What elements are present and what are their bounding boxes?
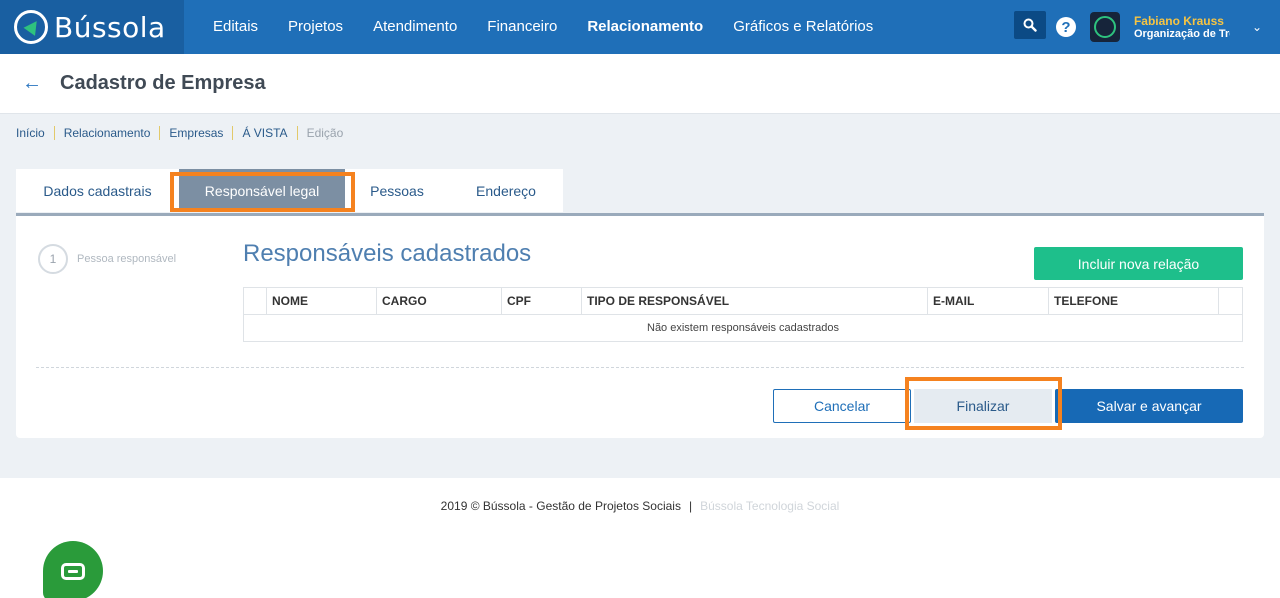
add-relation-button[interactable]: Incluir nova relação [1034,247,1243,280]
breadcrumb-item-relacionamento[interactable]: Relacionamento [53,126,160,140]
breadcrumb-item-empresas[interactable]: Empresas [159,126,232,140]
help-icon[interactable]: ? [1055,17,1076,37]
user-info[interactable]: Fabiano Krauss Organização de Tre [1134,14,1230,40]
user-name: Fabiano Krauss [1133,14,1224,28]
nav-item-projetos[interactable]: Projetos [273,0,358,54]
avatar[interactable] [1089,12,1120,42]
column-cpf[interactable]: CPF [501,287,582,315]
chat-icon [61,562,85,580]
empty-message: Não existem responsáveis cadastrados [647,322,839,334]
user-org: Organização de Tre [1133,28,1230,40]
nav-item-financeiro[interactable]: Financeiro [472,0,572,54]
breadcrumb-item-inicio[interactable]: Início [16,126,54,140]
responsaveis-table: NOME CARGO CPF TIPO DE RESPONSÁVEL E-MAI… [243,287,1243,342]
tab-pessoas[interactable]: Pessoas [345,169,449,212]
nav-item-editais[interactable]: Editais [198,0,273,54]
step-indicator: 1 Pessoa responsável [38,244,176,274]
search-button[interactable] [1013,11,1046,39]
chat-button[interactable] [43,541,103,598]
column-nome[interactable]: NOME [266,287,377,315]
tab-endereco[interactable]: Endereço [449,169,563,212]
highlight-finish-box [905,377,1062,430]
breadcrumb: Início Relacionamento Empresas Á VISTA E… [16,126,352,140]
logo[interactable]: Bússola [0,0,184,54]
compass-icon [14,10,48,44]
step-label: Pessoa responsável [77,253,177,265]
save-and-next-button[interactable]: Salvar e avançar [1055,389,1243,423]
highlight-tab-box [170,172,355,212]
breadcrumb-item-avista[interactable]: Á VISTA [232,126,296,140]
breadcrumb-item-edicao: Edição [296,126,353,140]
nav-item-relacionamento[interactable]: Relacionamento [572,0,718,54]
section-title: Responsáveis cadastrados [243,240,532,267]
cancel-button[interactable]: Cancelar [773,389,911,423]
logo-text: Bússola [54,10,166,44]
column-email[interactable]: E-MAIL [927,287,1049,315]
page-header: ← Cadastro de Empresa [0,54,1280,114]
column-telefone[interactable]: TELEFONE [1048,287,1219,315]
column-cargo[interactable]: CARGO [376,287,502,315]
step-number: 1 [38,244,68,274]
page-title: Cadastro de Empresa [60,72,266,94]
chevron-down-icon[interactable]: ⌄ [1252,20,1262,34]
top-navbar: Bússola Editais Projetos Atendimento Fin… [0,0,1280,54]
tab-dados-cadastrais[interactable]: Dados cadastrais [16,169,179,212]
content-card: 1 Pessoa responsável Responsáveis cadast… [16,213,1264,438]
footer: 2019 © Bússola - Gestão de Projetos Soci… [0,478,1280,598]
search-icon [1023,18,1037,32]
table-row: Não existem responsáveis cadastrados [244,315,1243,342]
divider [36,367,1244,368]
main-nav: Editais Projetos Atendimento Financeiro … [198,0,888,54]
nav-item-graficos[interactable]: Gráficos e Relatórios [718,0,888,54]
footer-link[interactable]: Bússola Tecnologia Social [700,499,839,513]
back-arrow-icon[interactable]: ← [22,72,42,95]
table-header-row: NOME CARGO CPF TIPO DE RESPONSÁVEL E-MAI… [243,287,1243,315]
column-select [243,287,267,315]
nav-item-atendimento[interactable]: Atendimento [358,0,472,54]
column-tipo[interactable]: TIPO DE RESPONSÁVEL [581,287,928,315]
footer-copyright: 2019 © Bússola - Gestão de Projetos Soci… [440,499,681,513]
column-actions [1218,287,1243,315]
